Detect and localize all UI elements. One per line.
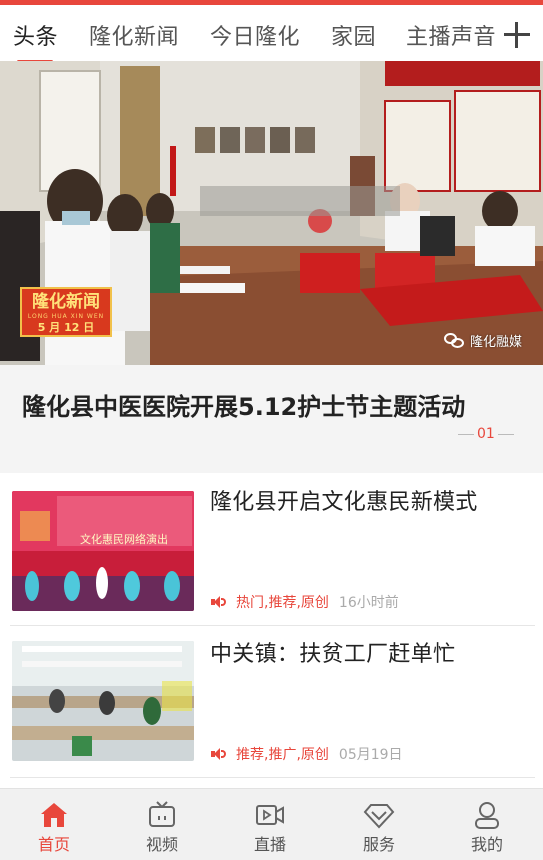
tabbar-me[interactable]: 我的 <box>433 789 541 860</box>
item-time: 16小时前 <box>338 595 399 611</box>
svg-text:文化惠民网络演出: 文化惠民网络演出 <box>80 532 168 546</box>
headline-title[interactable]: 隆化县中医医院开展5.12护士节主题活动 <box>22 387 465 422</box>
item-time: 05月19日 <box>338 747 403 763</box>
thumbnail-image <box>12 641 194 761</box>
item-meta: 推荐,推广,原创 05月19日 <box>210 744 403 764</box>
item-tags: 热门,推荐,原创 <box>236 595 329 611</box>
tv-icon <box>149 801 175 827</box>
user-icon <box>475 802 499 829</box>
tabbar-video[interactable]: 视频 <box>108 789 216 860</box>
category-tabs: 头条 隆化新闻 今日隆化 家园 主播声音 <box>0 5 543 63</box>
tab-headlines[interactable]: 头条 <box>13 19 58 51</box>
source-watermark: 隆化融媒 <box>444 331 522 350</box>
speaker-icon <box>210 595 228 609</box>
hero-banner[interactable]: 隆化新闻 LONG HUA XIN WEN 5 月 12 日 隆化融媒 <box>0 61 543 365</box>
wechat-icon <box>444 332 466 349</box>
list-item[interactable]: 文化惠民网络演出 隆化县开启文化惠民新模式 热门,推荐,原创 16小时前 <box>0 474 543 624</box>
tab-anchor-voice[interactable]: 主播声音 <box>406 19 496 51</box>
item-tags: 推荐,推广,原创 <box>236 747 329 763</box>
speaker-icon <box>210 747 228 761</box>
list-item[interactable]: 中关镇：扶贫工厂赶单忙 推荐,推广,原创 05月19日 <box>0 626 543 776</box>
tabbar-live[interactable]: 直播 <box>216 789 324 860</box>
tab-today-longhua[interactable]: 今日隆化 <box>210 19 300 51</box>
bottom-tab-bar: 首页 视频 直播 服务 我的 <box>0 788 543 860</box>
thumbnail-image: 文化惠民网络演出 <box>12 491 194 611</box>
item-meta: 热门,推荐,原创 16小时前 <box>210 592 399 612</box>
tab-homeland[interactable]: 家园 <box>331 19 376 51</box>
tabbar-home[interactable]: 首页 <box>0 789 108 860</box>
tab-longhua-news[interactable]: 隆化新闻 <box>89 19 179 51</box>
diamond-icon <box>363 804 395 829</box>
news-logo-badge: 隆化新闻 LONG HUA XIN WEN 5 月 12 日 <box>20 287 112 337</box>
headline-block[interactable]: 隆化县中医医院开展5.12护士节主题活动 01 <box>0 365 543 473</box>
plus-icon[interactable] <box>503 21 531 49</box>
item-title[interactable]: 中关镇：扶贫工厂赶单忙 <box>210 636 455 668</box>
home-icon <box>41 803 67 827</box>
item-title[interactable]: 隆化县开启文化惠民新模式 <box>210 484 478 516</box>
tabbar-service[interactable]: 服务 <box>325 789 433 860</box>
page-indicator: 01 <box>458 426 514 442</box>
divider <box>10 777 535 778</box>
video-camera-icon <box>256 805 284 825</box>
